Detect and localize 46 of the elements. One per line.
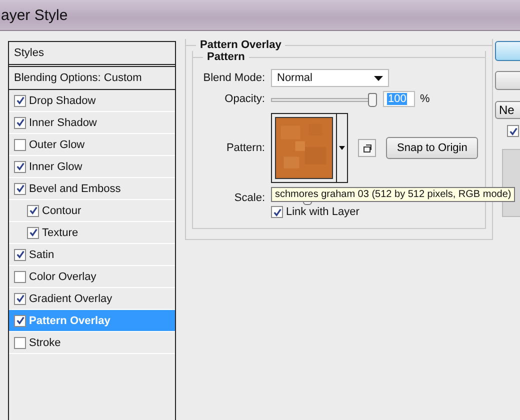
field-label: Scale: [233, 192, 266, 204]
checkbox[interactable] [14, 292, 26, 304]
styles-header[interactable]: Styles [9, 42, 175, 67]
style-item[interactable]: Bevel and Emboss [9, 178, 175, 200]
field-label: Opacity: [224, 93, 266, 105]
checkbox-label: Link with Layer [286, 206, 360, 218]
snap-to-origin-button[interactable]: Snap to Origin [386, 137, 478, 159]
style-item[interactable]: Inner Shadow [9, 112, 175, 134]
checkbox[interactable] [14, 336, 26, 348]
checkbox[interactable] [14, 248, 26, 260]
checkbox[interactable] [271, 206, 283, 218]
style-item[interactable]: Drop Shadow [9, 90, 175, 112]
style-item[interactable]: Stroke [9, 332, 175, 354]
field-label: Blend Mode: [202, 72, 266, 84]
checkbox[interactable] [14, 160, 26, 172]
blending-options-item[interactable]: Blending Options: Custom [9, 67, 175, 90]
checkbox[interactable] [14, 270, 26, 282]
checkbox[interactable] [507, 125, 519, 137]
checkbox[interactable] [14, 94, 26, 106]
blend-mode-dropdown[interactable]: Normal [271, 69, 389, 87]
checkbox[interactable] [27, 204, 39, 216]
dropdown-arrow-icon [339, 146, 345, 150]
field-label: Pattern: [225, 142, 266, 154]
checkbox[interactable] [14, 138, 26, 150]
checkbox[interactable] [14, 182, 26, 194]
style-item[interactable]: Contour [9, 200, 175, 222]
section-title: Pattern Overlay [199, 39, 282, 51]
checkbox[interactable] [14, 314, 26, 326]
style-item[interactable]: Color Overlay [9, 266, 175, 288]
page-icon [362, 144, 372, 152]
tooltip: schmores graham 03 (512 by 512 pixels, RGB mode) [271, 187, 516, 202]
new-style-button[interactable]: Ne [495, 101, 520, 119]
checkbox[interactable] [27, 226, 39, 238]
unit-label: % [420, 93, 430, 105]
dropdown-arrow-icon [374, 76, 383, 80]
slider-thumb[interactable] [368, 92, 377, 106]
window-title: ayer Style [1, 6, 68, 24]
group-title: Pattern [206, 51, 246, 63]
style-item[interactable]: Texture [9, 222, 175, 244]
style-item[interactable]: Inner Glow [9, 156, 175, 178]
opacity-slider[interactable] [271, 92, 375, 106]
style-item[interactable]: Satin [9, 244, 175, 266]
style-item[interactable]: Outer Glow [9, 134, 175, 156]
pattern-picker[interactable] [271, 113, 348, 183]
checkbox[interactable] [14, 116, 26, 128]
new-preset-button[interactable] [358, 139, 376, 157]
